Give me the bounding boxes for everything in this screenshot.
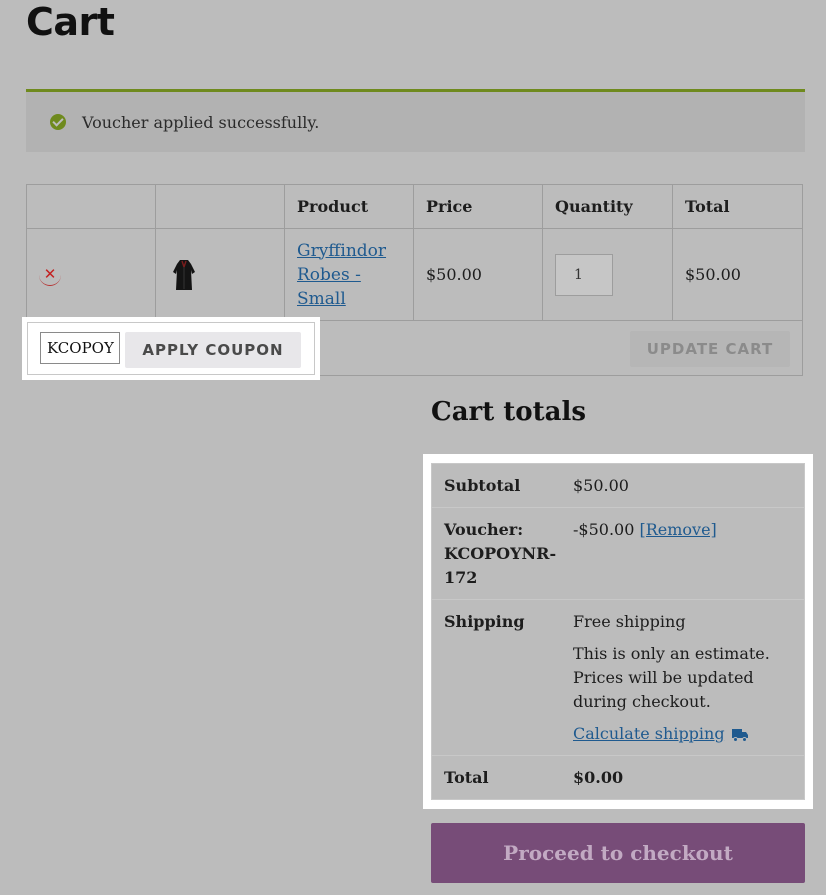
subtotal-value: $50.00 xyxy=(573,476,629,495)
header-thumbnail xyxy=(156,185,285,229)
quantity-input[interactable]: 1 xyxy=(555,253,613,296)
coupon-area: KCOPOY APPLY COUPON xyxy=(22,317,320,380)
page-title: Cart xyxy=(26,0,115,44)
product-name-line[interactable]: Gryffindor xyxy=(297,239,386,263)
shipping-method: Free shipping xyxy=(573,612,686,631)
coupon-frame: KCOPOY APPLY COUPON xyxy=(27,322,315,375)
voucher-label-line: Voucher: xyxy=(444,520,524,539)
remove-item-icon[interactable]: ✕ xyxy=(39,264,61,286)
subtotal-row: Subtotal $50.00 xyxy=(432,464,804,508)
shipping-note: This is only an estimate. Prices will be… xyxy=(573,642,793,714)
check-circle-icon xyxy=(50,114,66,130)
header-product: Product xyxy=(285,185,414,229)
coupon-code-input[interactable]: KCOPOY xyxy=(40,332,120,364)
header-price: Price xyxy=(414,185,543,229)
header-quantity: Quantity xyxy=(543,185,673,229)
thumbnail-cell xyxy=(156,229,285,321)
success-notice: Voucher applied successfully. xyxy=(26,89,805,152)
item-total: $50.00 xyxy=(685,265,741,284)
voucher-row: Voucher: KCOPOYNR- 172 -$50.00 [Remove] xyxy=(432,508,804,600)
shipping-value-cell: Free shipping This is only an estimate. … xyxy=(573,610,793,746)
cart-totals-title: Cart totals xyxy=(431,397,587,427)
shipping-note-line: during checkout. xyxy=(573,692,711,711)
header-total: Total xyxy=(673,185,803,229)
apply-coupon-button[interactable]: APPLY COUPON xyxy=(125,332,301,368)
remove-cell: ✕ xyxy=(27,229,156,321)
header-remove xyxy=(27,185,156,229)
calculate-shipping-label[interactable]: Calculate shipping xyxy=(573,724,725,743)
item-price: $50.00 xyxy=(426,265,482,284)
total-row: Total $0.00 xyxy=(432,756,804,800)
update-cart-button[interactable]: UPDATE CART xyxy=(630,331,790,367)
voucher-discount: -$50.00 xyxy=(573,520,635,539)
voucher-label: Voucher: KCOPOYNR- 172 xyxy=(444,518,556,590)
product-cell: Gryffindor Robes - Small xyxy=(285,229,414,321)
total-cell: $50.00 xyxy=(673,229,803,321)
product-name-line[interactable]: Robes - xyxy=(297,263,386,287)
quantity-cell: 1 xyxy=(543,229,673,321)
voucher-value-cell: -$50.00 [Remove] xyxy=(573,518,793,542)
truck-icon xyxy=(731,728,748,742)
proceed-to-checkout-button[interactable]: Proceed to checkout xyxy=(431,823,805,883)
total-label: Total xyxy=(444,768,489,787)
notice-message: Voucher applied successfully. xyxy=(82,112,320,132)
robe-thumbnail[interactable] xyxy=(172,258,196,292)
shipping-note-line: Prices will be updated xyxy=(573,668,754,687)
subtotal-label: Subtotal xyxy=(444,476,521,495)
product-link[interactable]: Gryffindor Robes - Small xyxy=(297,239,386,311)
cart-totals-panel: Subtotal $50.00 Voucher: KCOPOYNR- 172 -… xyxy=(423,454,813,809)
voucher-label-line: KCOPOYNR- xyxy=(444,544,557,563)
price-cell: $50.00 xyxy=(414,229,543,321)
product-name-line[interactable]: Small xyxy=(297,287,386,311)
calculate-shipping-link[interactable]: Calculate shipping xyxy=(573,722,793,746)
voucher-label-line: 172 xyxy=(444,568,478,587)
remove-voucher-link[interactable]: [Remove] xyxy=(639,520,716,539)
shipping-row: Shipping Free shipping This is only an e… xyxy=(432,600,804,756)
cart-totals-table: Subtotal $50.00 Voucher: KCOPOYNR- 172 -… xyxy=(431,463,805,800)
total-value: $0.00 xyxy=(573,768,624,787)
shipping-note-line: This is only an estimate. xyxy=(573,644,770,663)
shipping-label: Shipping xyxy=(444,612,525,631)
